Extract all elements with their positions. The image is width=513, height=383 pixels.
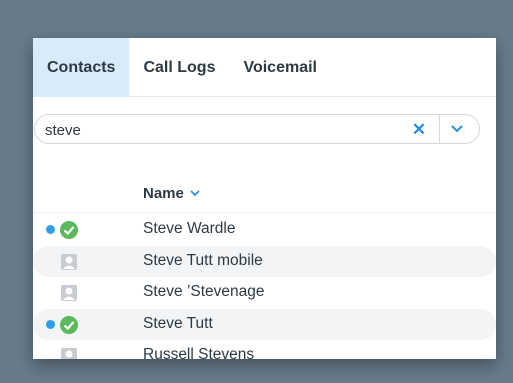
search-divider	[439, 115, 440, 143]
contact-name: Russell Stevens	[143, 346, 255, 359]
tab-call-logs[interactable]: Call Logs	[129, 38, 229, 97]
contact-avatar-icon	[61, 348, 77, 359]
clear-search-button[interactable]: ✕	[409, 120, 429, 140]
contact-avatar-icon	[61, 253, 77, 270]
chevron-down-icon	[451, 125, 463, 133]
search-dropdown-button[interactable]	[445, 119, 469, 139]
list-header: Name	[33, 175, 496, 213]
available-check-icon	[60, 221, 78, 239]
search-input[interactable]	[45, 119, 395, 141]
tab-contacts[interactable]: Contacts	[33, 38, 130, 97]
search-box: ✕	[34, 114, 480, 144]
chevron-down-icon	[190, 190, 200, 197]
contact-row[interactable]: Steve Tutt	[33, 308, 496, 340]
contact-row[interactable]: Russell Stevens	[33, 340, 496, 359]
name-column-label: Name	[143, 185, 184, 202]
contact-row[interactable]: Steve ’Stevenage	[33, 277, 496, 309]
name-column-header[interactable]: Name	[143, 185, 200, 202]
presence-dot	[46, 225, 55, 234]
search-area: ✕	[33, 97, 496, 147]
presence-dot	[46, 319, 55, 329]
contact-avatar-icon	[61, 285, 77, 301]
tab-bar: Contacts Call Logs Voicemail	[33, 38, 496, 97]
contact-name: Steve ’Stevenage	[143, 283, 265, 300]
contact-name: Steve Wardle	[143, 220, 236, 237]
contact-name: Steve Tutt	[143, 314, 213, 332]
contact-row[interactable]: Steve Tutt mobile	[33, 245, 496, 277]
contact-list: Steve Wardle Steve Tutt mobile Steve ’St…	[33, 214, 496, 359]
available-check-icon	[60, 315, 78, 334]
tab-voicemail[interactable]: Voicemail	[229, 38, 331, 97]
close-icon: ✕	[411, 120, 427, 139]
contacts-panel: Contacts Call Logs Voicemail ✕ Name	[33, 38, 496, 359]
contact-row[interactable]: Steve Wardle	[33, 214, 496, 246]
contact-name: Steve Tutt mobile	[143, 251, 263, 269]
